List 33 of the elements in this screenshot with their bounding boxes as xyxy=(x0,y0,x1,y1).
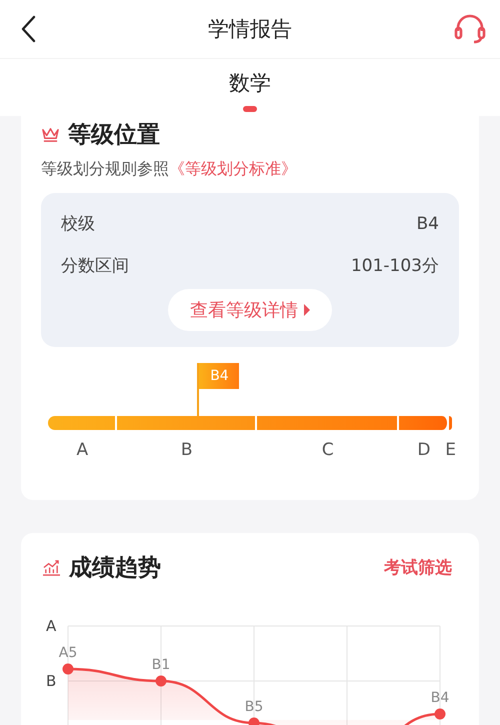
data-point xyxy=(248,718,260,725)
data-point xyxy=(434,708,446,720)
row-label: 校级 xyxy=(61,213,95,236)
chart-icon xyxy=(42,558,61,576)
row-label: 分数区间 xyxy=(61,255,129,278)
point-label: A5 xyxy=(58,645,78,661)
rule-text: 等级划分规则参照 xyxy=(41,159,169,178)
grade-flag: B4 xyxy=(197,363,240,416)
headset-icon[interactable] xyxy=(454,14,486,44)
grade-label: B xyxy=(180,440,193,460)
page-title: 学情报告 xyxy=(208,16,292,43)
data-point xyxy=(156,676,166,686)
grade-label: A xyxy=(76,440,88,460)
caret-icon xyxy=(304,304,310,316)
grade-label: D xyxy=(417,440,430,460)
point-label: B5 xyxy=(244,699,264,715)
grade-label: E xyxy=(445,440,456,460)
grade-label: C xyxy=(322,440,334,460)
axis-label: B xyxy=(46,672,56,690)
row-value: 101-103分 xyxy=(350,255,439,278)
subject-tab[interactable]: 数学 xyxy=(229,69,271,102)
section-title: 成绩趋势 xyxy=(69,554,161,582)
back-icon[interactable] xyxy=(20,15,36,43)
exam-filter-link[interactable]: 考试筛选 xyxy=(384,556,452,578)
point-label: B1 xyxy=(152,657,170,673)
point-label: B4 xyxy=(430,690,450,706)
row-value: B4 xyxy=(416,213,439,236)
crown-icon xyxy=(41,126,60,142)
detail-button[interactable]: 查看等级详情 xyxy=(168,289,332,331)
data-point xyxy=(62,664,74,674)
axis-label: A xyxy=(46,617,56,635)
section-title: 等级位置 xyxy=(68,120,160,150)
rule-link[interactable]: 《等级划分标准》 xyxy=(169,159,297,178)
